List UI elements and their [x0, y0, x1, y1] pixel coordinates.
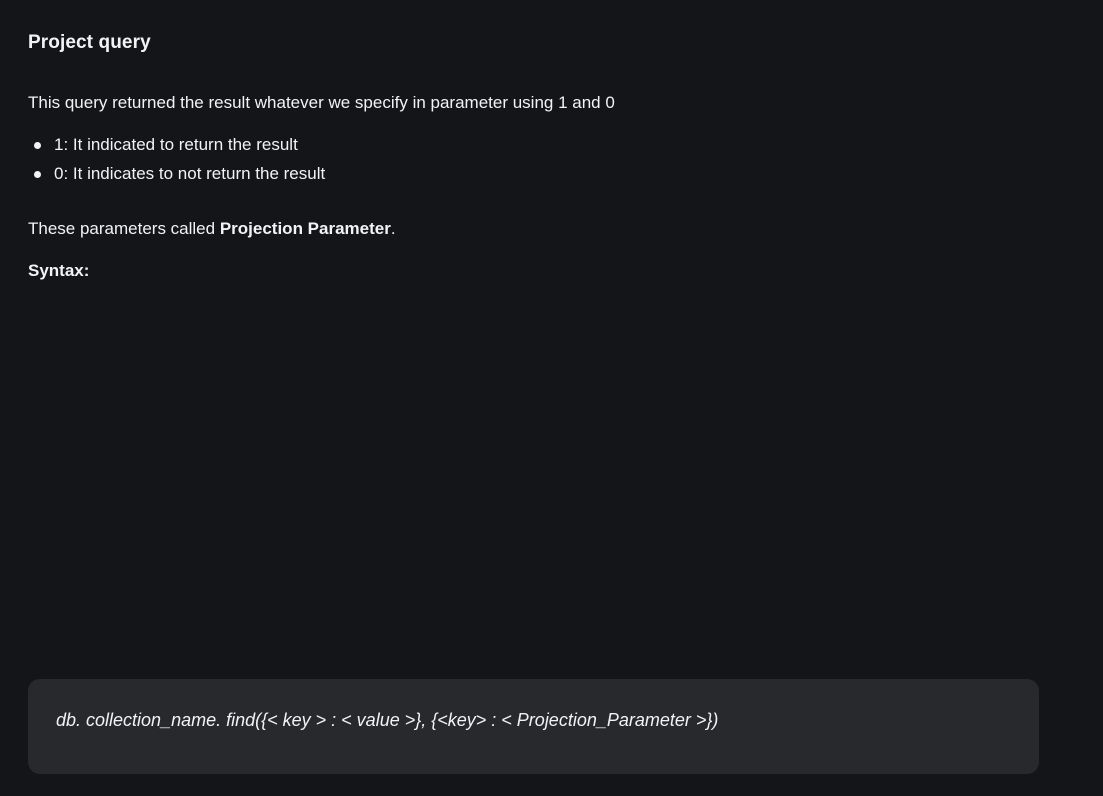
section-heading: Project query — [28, 32, 151, 53]
intro-paragraph: This query returned the result whatever … — [28, 93, 615, 112]
projection-prefix: These parameters called — [28, 219, 220, 238]
code-block: db. collection_name. find({< key > : < v… — [28, 679, 1039, 774]
list-item: 1: It indicated to return the result — [28, 134, 325, 163]
syntax-label: Syntax: — [28, 261, 90, 280]
projection-term: Projection Parameter — [219, 219, 391, 238]
projection-suffix: . — [390, 219, 396, 238]
bullet-list: 1: It indicated to return the result 0: … — [28, 134, 325, 192]
projection-paragraph: These parameters called Projection Param… — [28, 219, 396, 239]
list-item: 0: It indicates to not return the result — [28, 163, 325, 192]
code-snippet: db. collection_name. find({< key > : < v… — [56, 710, 719, 730]
